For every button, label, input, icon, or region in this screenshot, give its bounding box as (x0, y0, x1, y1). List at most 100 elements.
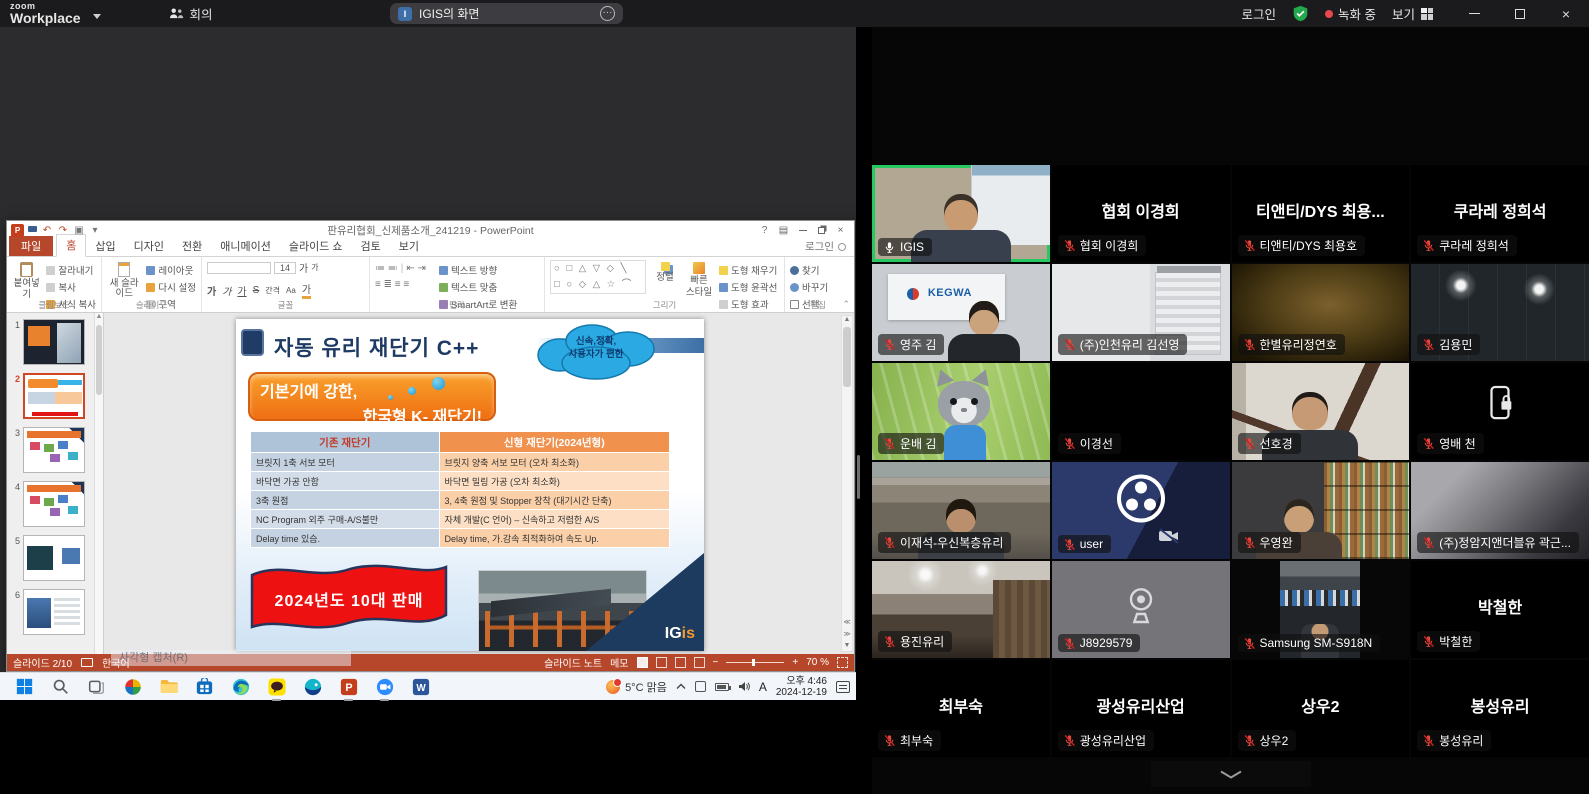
slide-thumbnail[interactable]: 6 (9, 589, 93, 635)
weather-widget[interactable]: 5°C 맑음 (606, 679, 667, 695)
taskbar-icon-windows[interactable] (13, 675, 36, 698)
participant-tile[interactable]: 우영완 (1232, 462, 1410, 559)
ribbon-tab-4[interactable]: 전환 (173, 236, 211, 256)
paste-button[interactable]: 붙여넣기 (12, 260, 41, 300)
participant-tile[interactable]: 이경선 (1052, 363, 1230, 460)
quick-styles-button[interactable]: 빠른 스타일 (684, 260, 714, 300)
memo-button[interactable]: 메모 (610, 655, 628, 670)
participant-tile[interactable]: 용진유리 (872, 561, 1050, 658)
zoom-out-button[interactable]: − (713, 657, 719, 668)
next-slide-button[interactable]: ≫ (843, 630, 850, 638)
slide-thumbnail[interactable]: 2 (9, 373, 93, 419)
slide-thumbnail[interactable]: 3 (9, 427, 93, 473)
redo-icon[interactable]: ↷ (57, 224, 69, 236)
italic-button[interactable]: 가 (222, 283, 231, 298)
copy-button[interactable]: 복사 (46, 280, 96, 294)
participant-tile[interactable]: 박철한박철한 (1411, 561, 1589, 658)
speaker-icon[interactable] (738, 681, 750, 692)
fit-to-window-button[interactable] (837, 657, 848, 668)
slide-thumbnail[interactable]: 1 (9, 319, 93, 365)
zoom-in-button[interactable]: + (792, 657, 798, 668)
participant-tile[interactable]: 선호경 (1232, 363, 1410, 460)
meeting-info-button[interactable]: 회의 (169, 4, 213, 23)
ribbon-tab-7[interactable]: 검토 (352, 236, 390, 256)
more-participants-button[interactable] (1151, 761, 1311, 787)
participant-tile[interactable]: 이재석-우신복층유리 (872, 462, 1050, 559)
align-text-button[interactable]: 텍스트 맞춤 (439, 280, 517, 294)
taskbar-icon-word[interactable]: W (409, 675, 432, 698)
customize-qat-icon[interactable]: ▾ (89, 224, 101, 236)
slide-thumbnail[interactable]: 5 (9, 535, 93, 581)
view-button[interactable]: 보기 (1392, 4, 1433, 23)
ribbon-tab-1[interactable]: 홈 (56, 234, 86, 257)
taskbar-icon-edge[interactable] (229, 675, 252, 698)
tab-options-icon[interactable]: ··· (600, 6, 615, 21)
character-spacing-button[interactable]: 간격 (265, 285, 280, 296)
notification-center-icon[interactable] (836, 681, 850, 693)
save-icon[interactable] (28, 226, 37, 235)
login-button[interactable]: 로그인 (1241, 4, 1276, 23)
ppt-minimize-button[interactable] (793, 223, 812, 238)
bold-button[interactable]: 가 (207, 283, 216, 298)
change-case-button[interactable]: Aa (286, 286, 296, 295)
ribbon-tab-5[interactable]: 애니메이션 (211, 236, 280, 256)
ime-tray-icon[interactable] (695, 681, 706, 692)
taskbar-clock[interactable]: 오후 4:46 2024-12-19 (776, 676, 827, 698)
taskbar-icon-powerpoint[interactable]: P (337, 675, 360, 698)
shrink-font-button[interactable]: 가 (311, 262, 318, 273)
participant-tile[interactable]: user (1052, 462, 1230, 559)
recording-indicator[interactable]: 녹화 중 (1325, 4, 1376, 23)
ribbon-tab-2[interactable]: 삽입 (86, 236, 124, 256)
notes-button[interactable]: 슬라이드 노트 (544, 655, 602, 670)
maximize-button[interactable] (1497, 0, 1543, 27)
slideshow-button[interactable] (694, 657, 705, 668)
chevron-down-icon[interactable] (93, 14, 101, 19)
participant-tile[interactable]: 협회 이경희협회 이경희 (1052, 165, 1230, 262)
align-buttons[interactable]: ≡ ≣ ≡ ≡ (375, 279, 426, 290)
participant-tile[interactable]: IGIS (872, 165, 1050, 262)
shape-fill-button[interactable]: 도형 채우기 (719, 263, 777, 277)
cut-button[interactable]: 잘라내기 (46, 263, 96, 277)
shared-screen-tab[interactable]: I IGIS의 화면 ··· (390, 3, 623, 24)
start-slideshow-icon[interactable]: ▣ (73, 224, 85, 236)
ribbon-tab-6[interactable]: 슬라이드 쇼 (280, 236, 352, 256)
underline-button[interactable]: 가 (237, 283, 246, 298)
slide-canvas[interactable]: 자동 유리 재단기 C++ 신속,정확, 사용자가 편한 (236, 319, 704, 651)
panel-resize-handle[interactable] (857, 455, 860, 499)
tray-chevron-up-icon[interactable] (676, 683, 686, 690)
ppt-help-button[interactable]: ? (755, 223, 774, 238)
ppt-close-button[interactable]: × (831, 223, 850, 238)
participant-tile[interactable]: (주)정암지앤더블유 곽근... (1411, 462, 1589, 559)
taskbar-icon-whale[interactable] (301, 675, 324, 698)
close-button[interactable]: × (1543, 0, 1589, 27)
ime-language-letter[interactable]: A (759, 680, 767, 694)
ribbon-tab-3[interactable]: 디자인 (125, 236, 173, 256)
taskbar-icon-copilot[interactable] (121, 675, 144, 698)
slide-sorter-view-button[interactable] (656, 657, 667, 668)
shape-outline-button[interactable]: 도형 윤곽선 (719, 280, 777, 294)
taskbar-icon-search[interactable] (49, 675, 72, 698)
ribbon-tab-0[interactable]: 파일 (9, 236, 53, 256)
zoom-slider[interactable] (726, 662, 784, 663)
participant-tile[interactable]: 영배 천 (1411, 363, 1589, 460)
thumbnail-scrollbar[interactable]: ▲ (94, 313, 103, 654)
ribbon-tab-8[interactable]: 보기 (390, 236, 428, 256)
zoom-level[interactable]: 70 % (806, 657, 829, 668)
participant-tile[interactable]: 최부숙최부숙 (872, 660, 1050, 757)
reading-view-button[interactable] (675, 657, 686, 668)
taskbar-icon-file-explorer[interactable] (157, 675, 180, 698)
participant-tile[interactable]: 광성유리산업광성유리산업 (1052, 660, 1230, 757)
find-button[interactable]: 찾기 (790, 263, 828, 277)
text-direction-button[interactable]: 텍스트 방향 (439, 263, 517, 277)
security-shield-icon[interactable] (1292, 5, 1309, 22)
layout-button[interactable]: 레이아웃 (146, 263, 196, 277)
taskbar-icon-microsoft-store[interactable] (193, 675, 216, 698)
participant-tile[interactable]: J8929579 (1052, 561, 1230, 658)
slide-thumbnail[interactable]: 4 (9, 481, 93, 527)
grow-font-button[interactable]: 가 (299, 260, 308, 275)
ppt-restore-button[interactable] (812, 223, 831, 238)
participant-tile[interactable]: KEGWA영주 김 (872, 264, 1050, 361)
participant-tile[interactable]: (주)인천유리 김선영 (1052, 264, 1230, 361)
ppt-login-button[interactable]: 로그인 (805, 239, 846, 254)
slide-scrollbar[interactable]: ▲ ≪≫▼ (841, 315, 853, 652)
